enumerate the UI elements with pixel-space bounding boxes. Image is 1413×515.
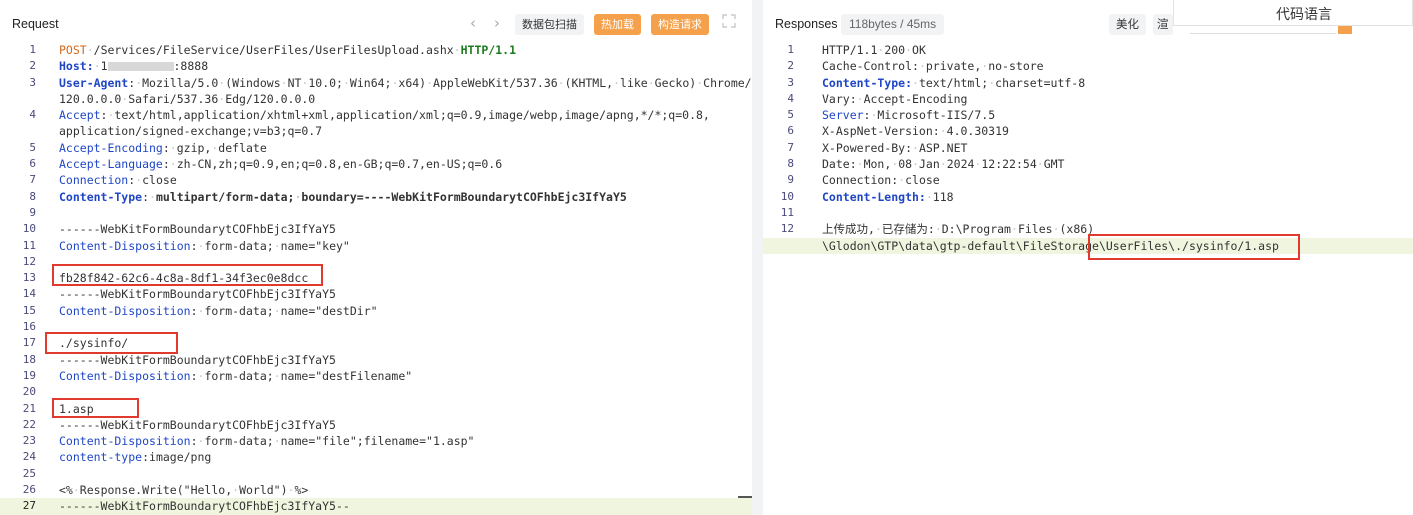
code-line: 12 上传成功,·已存储为:·D:\Program·Files·(x86) <box>780 222 1095 237</box>
code-line-active: 27 ------WebKitFormBoundarytCOFhbEjc3IfYa… <box>0 498 752 515</box>
code-line: 11 <box>780 205 794 219</box>
code-line: 24 content-type:image/png <box>22 450 212 465</box>
code-line: 20 <box>22 385 36 399</box>
code-line: 16 <box>22 320 36 334</box>
code-line: 23 Content-Disposition:·form-data;·name="… <box>22 434 475 449</box>
code-line: 8 Date:·Mon,·08·Jan·2024·12:22:54·GMT <box>787 157 1065 172</box>
code-line: 6 X-AspNet-Version:·4.0.30319 <box>787 124 1009 139</box>
packet-scan-button[interactable]: 数据包扫描 <box>515 14 584 35</box>
code-line: 6 Accept-Language:·zh-CN,zh;q=0.9,en;q=0.… <box>29 157 503 172</box>
code-line: 9 Connection:·close <box>787 173 940 188</box>
code-line: 15 Content-Disposition:·form-data;·name="… <box>22 303 378 318</box>
response-pane: Responses 118bytes / 45ms 美化 渲染 1HTTP/1.… <box>763 0 1413 515</box>
request-title: Request <box>12 17 59 31</box>
pane-divider[interactable] <box>752 0 763 515</box>
code-line: 8 Content-Type:·multipart/form-data;·boun… <box>29 189 627 204</box>
code-line: 25 <box>22 466 36 480</box>
expand-icon[interactable] <box>722 14 736 28</box>
code-line: 22 ------WebKitFormBoundarytCOFhbEjc3IfYa… <box>22 417 336 432</box>
code-line: 10 ------WebKitFormBoundarytCOFhbEjc3IfYa… <box>22 222 336 237</box>
popup-input[interactable] <box>1190 26 1336 34</box>
request-editor[interactable]: 1 POST·/Services/FileService/UserFiles/Us… <box>0 42 752 515</box>
code-line: 2 Cache-Control:·private,·no-store <box>787 59 1044 74</box>
render-button[interactable]: 渲染 <box>1153 14 1173 35</box>
beautify-button[interactable]: 美化 <box>1109 14 1146 35</box>
request-pane: Request ‹ › 数据包扫描 热加载 构造请求 1 POST·/Servic… <box>0 0 752 515</box>
prev-arrow-icon[interactable]: ‹ <box>470 14 476 32</box>
code-line: 10 Content-Length:·118 <box>780 189 954 204</box>
code-line: 4 Accept:·text/html,application/xhtml+xml… <box>29 108 710 123</box>
code-line: 1 HTTP/1.1·200·OK <box>787 43 926 57</box>
code-line: 3 Content-Type:·text/html;·charset=utf-8 <box>787 75 1086 90</box>
code-line: 11 Content-Disposition:·form-data;·name="… <box>22 238 350 253</box>
response-title: Responses <box>775 17 838 31</box>
code-language-label: 代码语言 <box>1276 7 1332 23</box>
code-language-popup[interactable]: 代码语言 <box>1173 0 1413 26</box>
response-meta-badge: 118bytes / 45ms <box>841 14 945 35</box>
build-request-button[interactable]: 构造请求 <box>651 14 709 35</box>
code-line: 19 Content-Disposition:·form-data;·name="… <box>22 368 413 383</box>
code-line: 12 <box>22 254 36 268</box>
code-line-active: \Glodon\GTP\data\gtp-default\FileStorage… <box>763 237 1413 254</box>
response-editor[interactable]: 1 HTTP/1.1·200·OK 2 Cache-Control:·private… <box>763 42 1413 254</box>
code-line: 3 User-Agent:·Mozilla/5.0·(Windows·NT·10.… <box>29 75 752 90</box>
code-line: application/signed-exchange;v=b3;q=0.7 <box>59 124 323 139</box>
code-line: 5 Accept-Encoding:·gzip,·deflate <box>29 140 267 155</box>
code-line: 4 Vary:·Accept-Encoding <box>787 91 968 106</box>
request-header: Request ‹ › 数据包扫描 热加载 构造请求 <box>0 0 752 46</box>
popup-accent-button[interactable] <box>1338 26 1352 34</box>
redacted-ip <box>107 62 174 72</box>
code-line: 7 X-Powered-By:·ASP.NET <box>787 140 968 155</box>
code-line: 120.0.0.0·Safari/537.36·Edg/120.0.0.0 <box>59 91 316 106</box>
code-line: 7 Connection:·close <box>29 173 177 188</box>
code-line: 13 fb28f842-62c6-4c8a-8df1-34f3ec0e8dcc <box>22 271 309 286</box>
scrollbar[interactable] <box>738 496 752 498</box>
code-line: 17 ./sysinfo/ <box>22 336 129 351</box>
code-line: 26 <%·Response.Write("Hello,·World")·%> <box>22 483 309 498</box>
hot-load-button[interactable]: 热加载 <box>594 14 641 35</box>
next-arrow-icon[interactable]: › <box>494 14 500 32</box>
code-line: 21 1.asp <box>22 401 94 416</box>
code-line: 1 POST·/Services/FileService/UserFiles/Us… <box>29 43 516 57</box>
code-line: 5 Server:·Microsoft-IIS/7.5 <box>787 108 996 123</box>
code-line: 2 Host:·1:8888 <box>29 59 209 74</box>
code-line: 18 ------WebKitFormBoundarytCOFhbEjc3IfYa… <box>22 352 336 367</box>
code-line: 14 ------WebKitFormBoundarytCOFhbEjc3IfYa… <box>22 287 336 302</box>
code-line: 9 <box>29 205 36 219</box>
